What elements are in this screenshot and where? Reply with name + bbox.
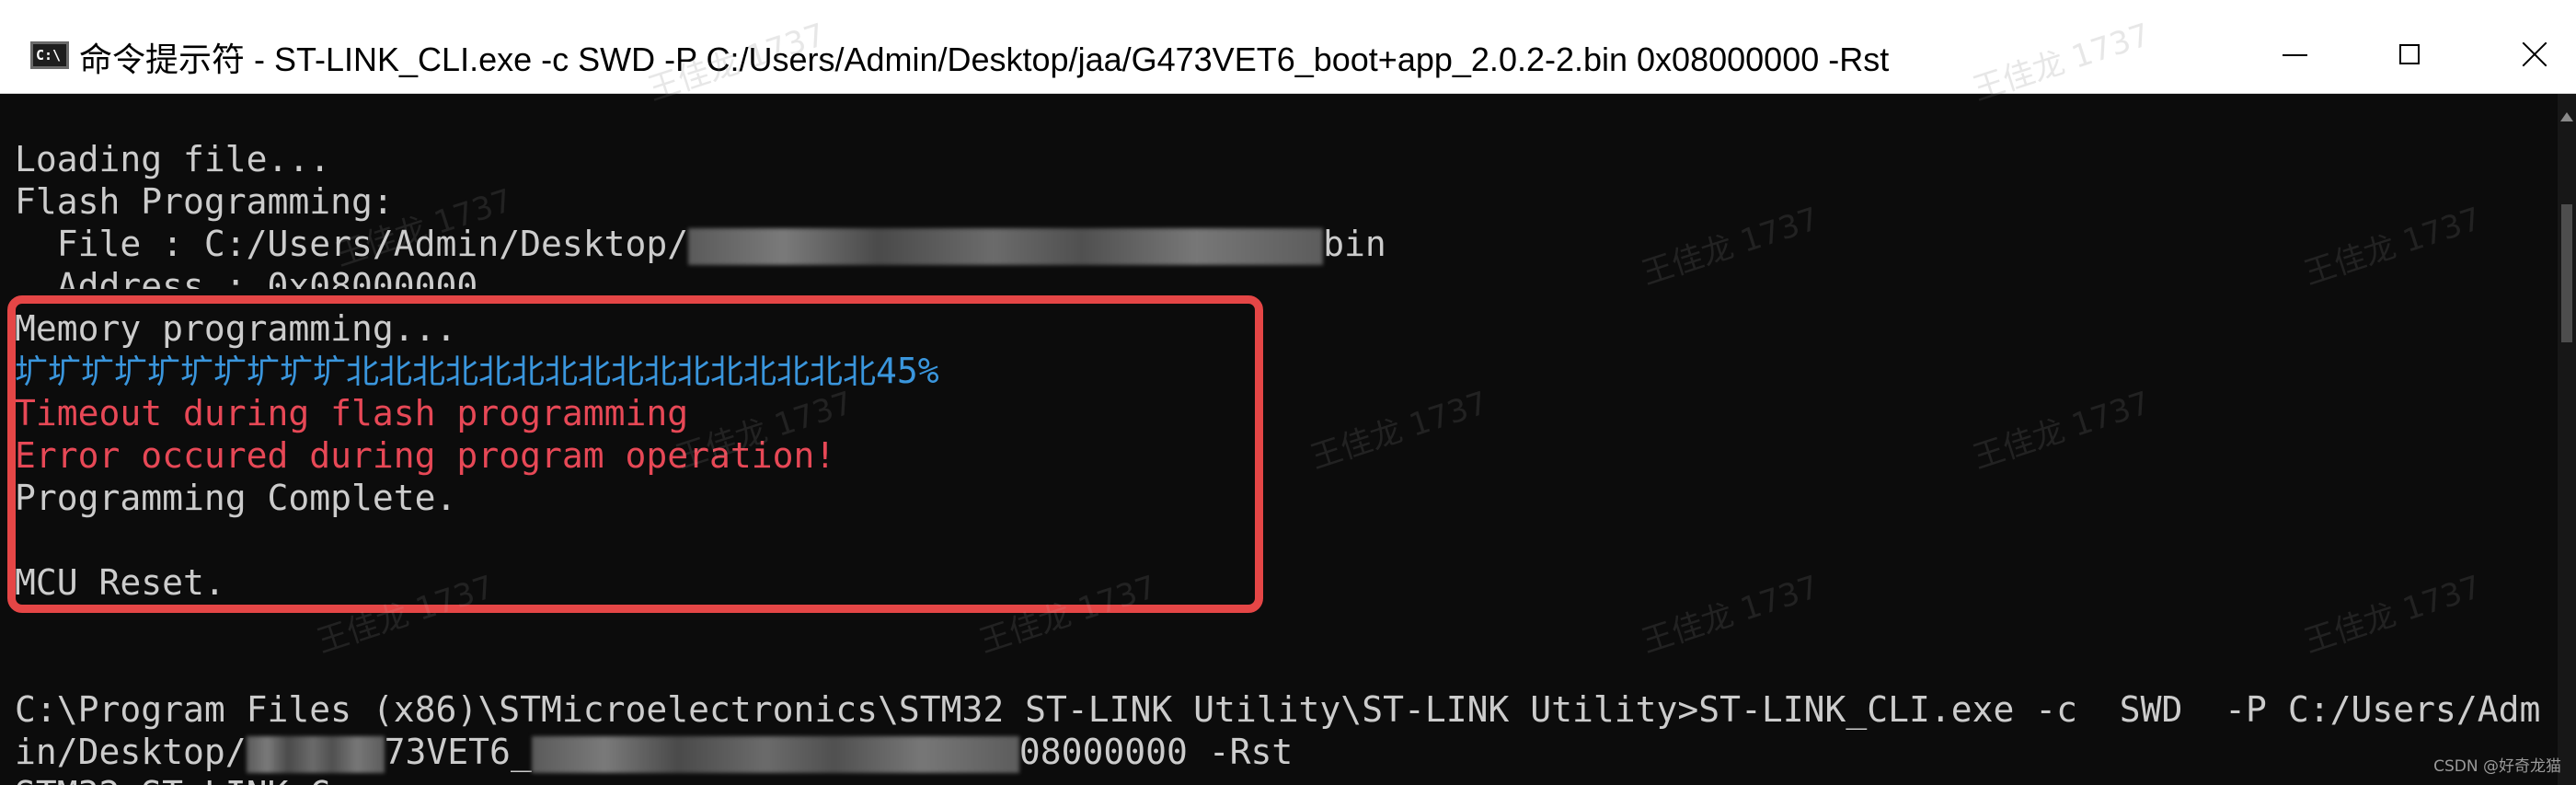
vertical-scrollbar[interactable] (2558, 94, 2576, 785)
maximize-icon (2399, 44, 2420, 64)
window-title: 命令提示符 - ST-LINK_CLI.exe -c SWD -P C:/Use… (79, 40, 1890, 78)
credit-text: CSDN @好奇龙猫 (2433, 757, 2561, 776)
title-bar[interactable]: C:\ 命令提示符 - ST-LINK_CLI.exe -c SWD -P C:… (0, 0, 2576, 94)
console-line-loading: Loading file... (15, 139, 331, 179)
redacted-path-1 (246, 735, 385, 773)
cmd-icon[interactable]: C:\ (30, 41, 69, 69)
console-line-partial: STM32 ST-LINK C (15, 773, 330, 785)
prompt-path-suffix: 08000000 -Rst (1018, 732, 1294, 772)
scroll-up-icon[interactable] (2560, 112, 2573, 121)
console-line-address: Address : 0x08000000 (15, 266, 478, 289)
maximize-button[interactable] (2355, 0, 2475, 92)
close-button[interactable] (2484, 0, 2576, 92)
prompt-path-mid: 73VET6_ (384, 732, 532, 772)
redacted-filename (688, 227, 1324, 265)
file-path-suffix: bin (1323, 224, 1386, 264)
console-line-prompt-1: C:\Program Files (x86)\STMicroelectronic… (15, 689, 2541, 730)
highlight-annotation (7, 295, 1263, 613)
console-line-file: File : C:/Users/Admin/Desktop/bin (15, 223, 1386, 265)
file-path-prefix: File : C:/Users/Admin/Desktop/ (15, 224, 689, 264)
minimize-icon (2283, 54, 2307, 56)
minimize-button[interactable] (2236, 0, 2355, 92)
cmd-window: C:\ 命令提示符 - ST-LINK_CLI.exe -c SWD -P C:… (0, 0, 2576, 785)
console-line-flash-programming: Flash Programming: (15, 181, 394, 222)
prompt-path-prefix: in/Desktop/ (15, 732, 247, 772)
scroll-thumb[interactable] (2561, 204, 2572, 342)
redacted-path-2 (531, 735, 1019, 773)
console-line-prompt-2: in/Desktop/73VET6_ 08000000 -Rst (15, 731, 1293, 773)
close-icon (2521, 40, 2548, 68)
